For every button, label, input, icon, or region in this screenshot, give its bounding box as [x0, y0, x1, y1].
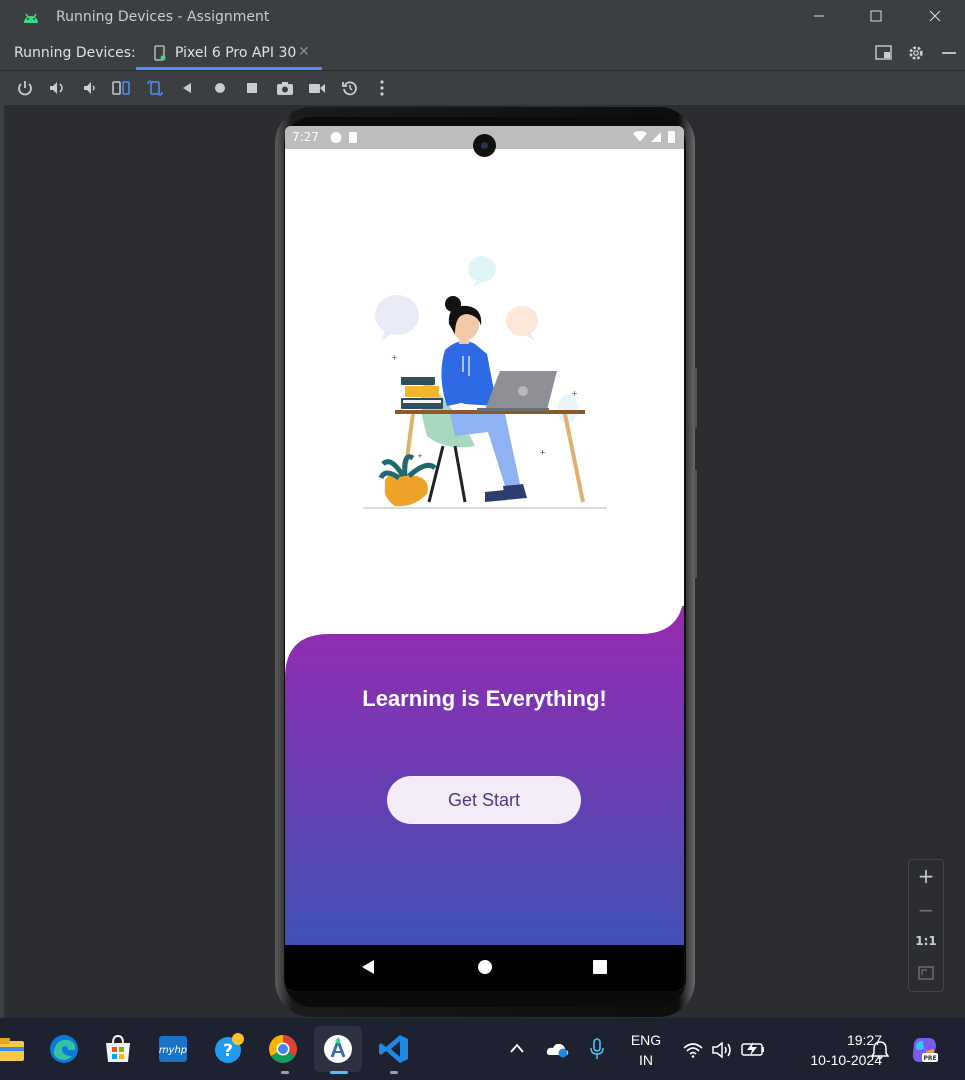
zoom-actual-size-button[interactable]: 1:1: [909, 934, 943, 948]
volume-up-icon[interactable]: [48, 79, 66, 97]
battery-charging-icon[interactable]: [740, 1041, 766, 1057]
headline-text: Learning is Everything!: [362, 686, 607, 711]
close-window-button[interactable]: [920, 6, 950, 30]
running-devices-label: Running Devices:: [14, 45, 136, 61]
left-panel-edge: [0, 105, 4, 1018]
back-icon[interactable]: [178, 79, 196, 97]
help-icon[interactable]: ?: [212, 1033, 244, 1065]
store-icon[interactable]: [102, 1033, 134, 1065]
gear-icon[interactable]: [907, 45, 925, 61]
minimize-icon: [814, 15, 824, 17]
volume-icon[interactable]: [711, 1041, 733, 1059]
minimize-panel-icon[interactable]: [940, 45, 958, 61]
zoom-fit-icon[interactable]: [918, 966, 934, 980]
clock-date[interactable]: 10-10-2024: [770, 1052, 882, 1068]
active-tab-indicator: [136, 67, 322, 70]
wifi-icon[interactable]: [683, 1042, 703, 1058]
svg-text:+: +: [391, 353, 398, 362]
zoom-controls: + − 1:1: [908, 859, 944, 992]
nav-back-icon[interactable]: [360, 959, 376, 975]
file-explorer-icon[interactable]: [0, 1033, 28, 1065]
chrome-running-indicator: [281, 1071, 289, 1074]
android-studio-active-indicator: [330, 1071, 348, 1074]
nav-overview-icon[interactable]: [592, 959, 608, 975]
notification-bell-icon[interactable]: [871, 1040, 889, 1060]
vscode-running-indicator: [390, 1071, 398, 1074]
rotate-left-icon[interactable]: [112, 79, 130, 97]
window-title-bar: Running Devices - Assignment: [0, 0, 965, 36]
window-title: Running Devices - Assignment: [56, 9, 270, 25]
maximize-window-button[interactable]: [861, 6, 891, 30]
windows-taskbar: myhp ? ENG IN 19:27 10-10-2024 PRE: [0, 1018, 965, 1080]
chevron-up-icon[interactable]: [509, 1042, 525, 1054]
copilot-icon[interactable]: PRE: [910, 1035, 940, 1065]
get-start-button[interactable]: Get Start: [387, 776, 581, 824]
vscode-icon[interactable]: [378, 1033, 410, 1065]
android-nav-bar: [285, 945, 684, 991]
zoom-in-button[interactable]: +: [909, 864, 943, 888]
learning-illustration: + + + +: [363, 256, 607, 509]
maximize-icon: [870, 10, 882, 22]
android-icon: [24, 13, 38, 23]
home-icon[interactable]: [211, 79, 229, 97]
rotate-right-icon[interactable]: [146, 79, 164, 97]
overview-icon[interactable]: [243, 79, 261, 97]
nav-home-icon[interactable]: [477, 959, 493, 975]
tab-label: Pixel 6 Pro API 30: [175, 45, 297, 61]
screenshot-icon[interactable]: [276, 79, 294, 97]
screen-record-icon[interactable]: [308, 79, 326, 97]
tab-close-icon[interactable]: ✕: [298, 44, 310, 60]
close-icon: [929, 10, 941, 22]
reset-icon[interactable]: [341, 79, 359, 97]
svg-text:PRE: PRE: [923, 1055, 936, 1062]
language-indicator-top[interactable]: ENG: [626, 1032, 666, 1048]
phone-side-button-power[interactable]: [694, 368, 697, 428]
layout-icon[interactable]: [875, 45, 893, 61]
running-devices-tabbar: Running Devices: Pixel 6 Pro API 30 ✕: [0, 36, 965, 71]
front-camera: [473, 134, 496, 157]
svg-text:+: +: [417, 452, 423, 460]
more-options-icon[interactable]: [373, 79, 391, 97]
volume-down-icon[interactable]: [81, 79, 99, 97]
android-studio-icon[interactable]: [322, 1033, 354, 1065]
myhp-icon[interactable]: myhp: [157, 1033, 189, 1065]
status-time: 7:27: [292, 130, 319, 144]
phone-side-button-volume[interactable]: [694, 470, 697, 578]
svg-text:+: +: [539, 448, 546, 457]
clock-time[interactable]: 19:27: [802, 1032, 882, 1048]
onedrive-icon[interactable]: [546, 1040, 570, 1058]
svg-text:?: ?: [223, 1041, 233, 1061]
svg-text:myhp: myhp: [159, 1045, 187, 1056]
status-notification-icons: [330, 132, 357, 143]
device-toolbar: [0, 71, 965, 105]
phone-device-icon: [154, 45, 166, 61]
minimize-window-button[interactable]: [804, 6, 834, 30]
status-signal-battery-icons: [633, 131, 675, 143]
tab-pixel-6-pro[interactable]: Pixel 6 Pro API 30 ✕: [136, 36, 322, 70]
power-icon[interactable]: [16, 79, 34, 97]
phone-screen: 7:27 + + + + Learning is Everything! Get…: [285, 126, 684, 991]
microphone-icon[interactable]: [590, 1038, 604, 1060]
zoom-out-button[interactable]: −: [909, 898, 943, 922]
chrome-icon[interactable]: [267, 1033, 299, 1065]
edge-icon[interactable]: [48, 1033, 80, 1065]
svg-text:+: +: [571, 389, 578, 398]
language-indicator-bottom[interactable]: IN: [626, 1052, 666, 1068]
